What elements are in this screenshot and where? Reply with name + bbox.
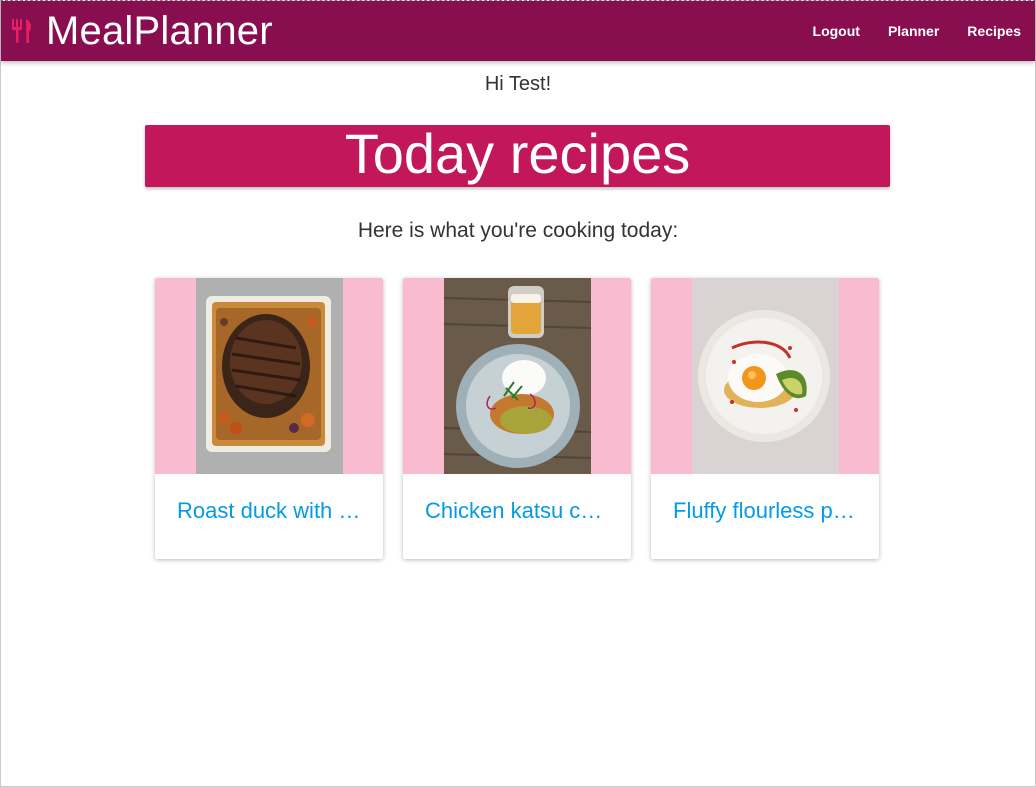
today-recipes-banner: Today recipes [145,122,890,187]
recipe-card[interactable]: Fluffy flourless p… [651,278,879,559]
recipe-card[interactable]: Chicken katsu cu… [403,278,631,559]
recipe-image-area [155,278,383,474]
app-title[interactable]: MealPlanner [46,6,273,56]
recipe-title-link[interactable]: Chicken katsu cu… [403,498,631,524]
chicken-katsu-photo[interactable] [444,278,591,474]
nav-planner-link[interactable]: Planner [874,23,953,39]
recipe-image-area [651,278,879,474]
greeting-text: Hi Test! [484,73,552,95]
fluffy-pancake-photo[interactable] [692,278,839,474]
cooking-today-subtitle: Here is what you're cooking today: [357,219,679,242]
nav-recipes-link[interactable]: Recipes [953,23,1035,39]
recipe-cards: Roast duck with … Chicken katsu cu… Fluf… [155,278,879,559]
top-navbar: MealPlanner Logout Planner Recipes [1,1,1035,61]
nav-links: Logout Planner Recipes [799,1,1035,61]
page-frame: MealPlanner Logout Planner Recipes Hi Te… [0,0,1036,787]
roast-duck-photo[interactable] [196,278,343,474]
fork-knife-icon [12,19,31,43]
banner-title: Today recipes [344,122,691,185]
recipe-title-link[interactable]: Roast duck with … [155,498,383,524]
recipe-title-link[interactable]: Fluffy flourless p… [651,498,879,524]
recipe-card[interactable]: Roast duck with … [155,278,383,559]
nav-logout-link[interactable]: Logout [799,23,874,39]
recipe-image-area [403,278,631,474]
